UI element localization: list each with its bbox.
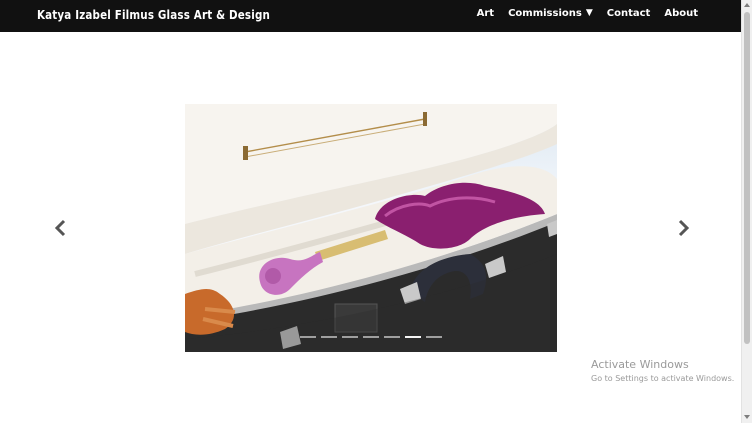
nav-label-contact: Contact	[606, 8, 651, 19]
slider-dot[interactable]	[300, 336, 316, 338]
slider-dot[interactable]	[363, 336, 379, 338]
nav-item-commissions[interactable]: Commissions ▼	[508, 8, 593, 19]
slider-dot[interactable]	[426, 336, 442, 338]
caret-down-icon: ▼	[585, 8, 593, 18]
nav-item-about[interactable]: About	[664, 8, 698, 19]
slider-dot[interactable]	[405, 336, 421, 338]
main-nav: Art Commissions ▼ Contact About	[477, 8, 698, 19]
windows-activation-watermark: Activate Windows Go to Settings to activ…	[591, 358, 734, 383]
slider-dots	[185, 336, 557, 338]
site-header: Katya Izabel Filmus Glass Art & Design A…	[0, 0, 742, 32]
vertical-scrollbar[interactable]	[741, 0, 752, 423]
scroll-up-icon[interactable]	[744, 3, 750, 7]
nav-label-about: About	[664, 8, 698, 19]
slider-next-button[interactable]	[675, 219, 691, 237]
chevron-left-icon	[54, 219, 66, 237]
slider-prev-button[interactable]	[53, 219, 69, 237]
scroll-down-icon[interactable]	[744, 415, 750, 419]
watermark-subtitle: Go to Settings to activate Windows.	[591, 374, 735, 383]
watermark-title: Activate Windows	[591, 358, 689, 371]
slider-dot[interactable]	[342, 336, 358, 338]
nav-item-contact[interactable]: Contact	[607, 8, 651, 19]
scroll-thumb[interactable]	[744, 12, 750, 344]
chevron-right-icon	[678, 219, 690, 237]
violin-case-photo	[185, 104, 557, 352]
nav-label-commissions: Commissions	[508, 8, 582, 19]
nav-item-art[interactable]: Art	[477, 8, 494, 19]
slider-dot[interactable]	[321, 336, 337, 338]
nav-label-art: Art	[476, 8, 495, 19]
site-title[interactable]: Katya Izabel Filmus Glass Art & Design	[37, 8, 270, 22]
slider-dot[interactable]	[384, 336, 400, 338]
slider-image	[185, 104, 557, 352]
